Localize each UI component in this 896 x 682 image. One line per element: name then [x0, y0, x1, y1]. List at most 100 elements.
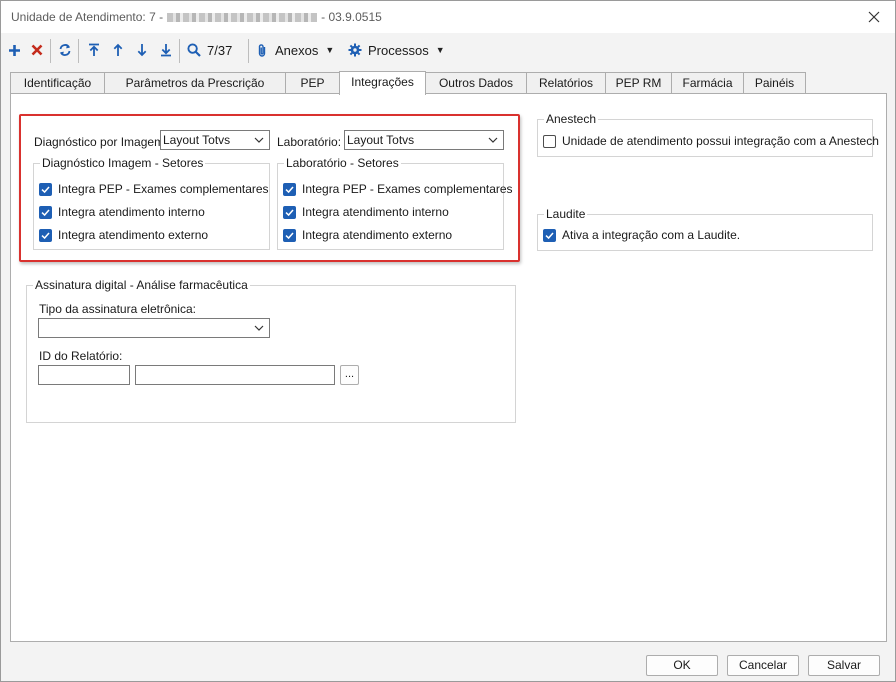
anexos-label: Anexos — [275, 42, 319, 58]
checkmark-icon — [41, 209, 50, 216]
arrow-up-icon — [113, 43, 123, 56]
arrow-down-icon — [137, 44, 147, 57]
checkbox-checked[interactable] — [39, 182, 52, 196]
lab-setores-title: Laboratório - Setores — [284, 156, 401, 170]
checkmark-icon — [285, 232, 294, 239]
next-record-button[interactable] — [133, 39, 151, 61]
tab-farmacia[interactable]: Farmácia — [671, 72, 744, 94]
checkbox-checked[interactable] — [283, 205, 296, 219]
delete-x-icon — [31, 44, 43, 56]
tab-identificacao[interactable]: Identificação — [10, 72, 105, 94]
id-relatorio-input[interactable] — [38, 365, 130, 385]
close-button[interactable] — [863, 6, 885, 28]
laudite-checkbox[interactable]: Ativa a integração com a Laudite. — [543, 227, 740, 243]
id-relatorio-label: ID do Relatório: — [39, 349, 123, 363]
tab-pep-rm[interactable]: PEP RM — [605, 72, 672, 94]
toolbar-separator — [179, 39, 180, 63]
diag-imagem-value: Layout Totvs — [163, 133, 231, 147]
anestech-checkbox[interactable]: Unidade de atendimento possui integração… — [543, 133, 879, 149]
lab-integra-interno-checkbox[interactable]: Integra atendimento interno — [283, 204, 449, 220]
checkmark-icon — [285, 209, 294, 216]
window-title: Unidade de Atendimento: 7 - - 03.9.0515 — [11, 10, 382, 24]
plus-icon — [8, 44, 20, 56]
first-record-button[interactable] — [85, 39, 103, 61]
ok-button[interactable]: OK — [646, 655, 718, 676]
checkbox-label: Integra atendimento externo — [302, 228, 453, 242]
checkbox-label: Integra PEP - Exames complementares — [58, 182, 269, 196]
refresh-icon — [59, 44, 71, 56]
tipo-assinatura-label: Tipo da assinatura eletrônica: — [39, 302, 196, 316]
laboratorio-select[interactable]: Layout Totvs — [344, 130, 504, 150]
checkbox-unchecked[interactable] — [543, 134, 556, 148]
refresh-button[interactable] — [56, 39, 74, 61]
search-button[interactable] — [185, 39, 203, 61]
tipo-assinatura-select[interactable] — [38, 318, 270, 338]
checkmark-icon — [41, 186, 50, 193]
checkbox-checked[interactable] — [39, 205, 52, 219]
toolbar-separator — [78, 39, 79, 63]
integracoes-panel: Diagnóstico por Imagem: Layout Totvs Lab… — [10, 93, 887, 642]
diag-imagem-label: Diagnóstico por Imagem: — [34, 135, 168, 149]
delete-button[interactable] — [28, 39, 46, 61]
tab-outros-dados[interactable]: Outros Dados — [425, 72, 527, 94]
processos-menu-button[interactable]: Processos ▼ — [348, 39, 448, 61]
checkbox-checked[interactable] — [283, 182, 296, 196]
checkbox-label: Integra atendimento interno — [58, 205, 205, 219]
diag-integra-externo-checkbox[interactable]: Integra atendimento externo — [39, 227, 208, 243]
toolbar-separator — [50, 39, 51, 63]
diag-integra-pep-checkbox[interactable]: Integra PEP - Exames complementares — [39, 181, 269, 197]
diag-setores-title: Diagnóstico Imagem - Setores — [40, 156, 206, 170]
tab-pep[interactable]: PEP — [285, 72, 340, 94]
checkmark-icon — [545, 232, 554, 239]
checkbox-checked[interactable] — [283, 228, 296, 242]
redacted-name — [167, 13, 318, 23]
anestech-group: Anestech Unidade de atendimento possui i… — [537, 112, 879, 157]
chevron-down-icon — [488, 137, 498, 143]
record-counter: 7/37 — [207, 39, 241, 61]
diag-imagem-select[interactable]: Layout Totvs — [160, 130, 270, 150]
diag-setores-group: Diagnóstico Imagem - Setores Integra PEP… — [33, 156, 270, 250]
anestech-title: Anestech — [544, 112, 599, 126]
search-icon — [187, 43, 201, 57]
add-button[interactable] — [5, 39, 23, 61]
window-title-prefix: Unidade de Atendimento: 7 - — [11, 10, 164, 24]
lab-integra-pep-checkbox[interactable]: Integra PEP - Exames complementares — [283, 181, 513, 197]
chevron-down-icon: ▼ — [325, 45, 335, 55]
processos-label: Processos — [368, 42, 429, 58]
previous-record-button[interactable] — [109, 39, 127, 61]
relatorio-description-input[interactable] — [135, 365, 335, 385]
lab-setores-group: Laboratório - Setores Integra PEP - Exam… — [277, 156, 513, 250]
anexos-menu-button[interactable]: Anexos ▼ — [257, 39, 339, 61]
arrow-to-bottom-icon — [161, 44, 171, 57]
assinatura-group: Assinatura digital - Análise farmacêutic… — [26, 278, 516, 423]
checkbox-label: Integra PEP - Exames complementares — [302, 182, 513, 196]
chevron-down-icon — [254, 325, 264, 331]
checkbox-label: Unidade de atendimento possui integração… — [562, 134, 879, 148]
checkbox-label: Integra atendimento externo — [58, 228, 209, 242]
laboratorio-label: Laboratório: — [277, 135, 342, 149]
checkbox-checked[interactable] — [39, 228, 52, 242]
diag-integra-interno-checkbox[interactable]: Integra atendimento interno — [39, 204, 205, 220]
tab-parametros-prescricao[interactable]: Parâmetros da Prescrição — [104, 72, 286, 94]
dialog-window: Unidade de Atendimento: 7 -- 03.9.0515 7… — [0, 0, 896, 682]
assinatura-title: Assinatura digital - Análise farmacêutic… — [33, 278, 250, 292]
last-record-button[interactable] — [157, 39, 175, 61]
lookup-button[interactable]: ... — [340, 365, 359, 385]
checkbox-label: Ativa a integração com a Laudite. — [562, 228, 741, 242]
tab-integracoes[interactable]: Integrações — [339, 71, 426, 95]
lab-integra-externo-checkbox[interactable]: Integra atendimento externo — [283, 227, 452, 243]
save-button[interactable]: Salvar — [808, 655, 880, 676]
gear-icon — [348, 43, 362, 57]
laudite-title: Laudite — [544, 207, 588, 221]
checkbox-checked[interactable] — [543, 228, 556, 242]
laboratorio-value: Layout Totvs — [347, 133, 415, 147]
record-counter-text: 7/37 — [207, 42, 233, 58]
chevron-down-icon — [254, 137, 264, 143]
arrow-to-top-icon — [89, 43, 99, 56]
checkmark-icon — [41, 232, 50, 239]
laudite-group: Laudite Ativa a integração com a Laudite… — [537, 207, 873, 251]
tab-relatorios[interactable]: Relatórios — [526, 72, 606, 94]
cancel-button[interactable]: Cancelar — [727, 655, 799, 676]
chevron-down-icon: ▼ — [435, 45, 445, 55]
tab-paineis[interactable]: Painéis — [743, 72, 806, 94]
